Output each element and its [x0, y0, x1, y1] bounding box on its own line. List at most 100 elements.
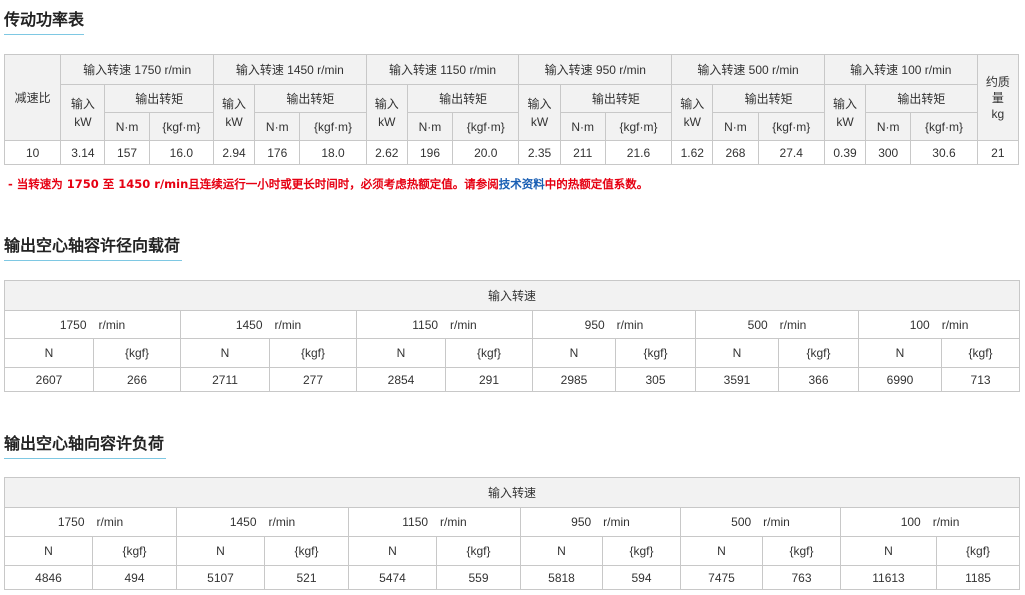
unit-nm: N·m: [865, 112, 912, 141]
load-kgf-value: 713: [940, 367, 1021, 392]
unit-kgf: {kgf}: [940, 338, 1021, 368]
heading-underline: [4, 260, 182, 261]
torque-nm-value: 211: [559, 140, 606, 165]
input-speed-header: 输入转速: [3, 280, 1021, 311]
speed-cell: 1450 r/min: [180, 310, 357, 339]
load-n-value: 2607: [4, 367, 94, 392]
mass-value: 21: [976, 140, 1020, 165]
unit-n: N: [840, 536, 937, 566]
speed-header: 输入转速 100 r/min: [823, 54, 978, 85]
torque-nm-value: 176: [254, 140, 301, 165]
speed-cell: 1150 r/min: [348, 507, 521, 537]
axial-speed-row: 1750 r/min 1450 r/min 1150 r/min 950 r/m…: [4, 507, 1021, 537]
unit-kgf: {kgf}: [762, 536, 841, 566]
unit-kgf: {kgf}: [602, 536, 681, 566]
output-torque-header: 输出转矩: [406, 84, 520, 113]
unit-kgf: {kgf}: [615, 338, 696, 368]
axial-load-table: 输入转速 1750 r/min 1450 r/min 1150 r/min 95…: [3, 477, 1021, 590]
load-kgf-value: 521: [264, 565, 349, 590]
torque-kgfm-value: 18.0: [299, 140, 367, 165]
torque-kgfm-value: 16.0: [148, 140, 214, 165]
axial-unit-row: N {kgf} N {kgf} N {kgf} N {kgf} N {kgf} …: [4, 536, 1021, 566]
heading-underline: [4, 34, 84, 35]
table-row: 10 3.14 157 16.0 2.94 176 18.0 2.62 196 …: [3, 140, 1020, 165]
radial-load-table: 输入转速 1750 r/min 1450 r/min 1150 r/min 95…: [3, 280, 1021, 392]
unit-n: N: [695, 338, 779, 368]
input-kw-header: 输入 kW: [60, 84, 106, 141]
unit-kgfm: {kgf·m}: [452, 112, 520, 141]
reduction-ratio-header: 减速比: [3, 54, 62, 141]
thermal-rating-note: - 当转速为 1750 至 1450 r/min且连续运行一小时或更长时间时，必…: [8, 177, 649, 191]
unit-nm: N·m: [559, 112, 606, 141]
power-header-row-1: 减速比 输入转速 1750 r/min 输入转速 1450 r/min 输入转速…: [3, 54, 1020, 141]
load-kgf-value: 305: [615, 367, 696, 392]
load-n-value: 5474: [348, 565, 437, 590]
speed-cell: 100 r/min: [857, 310, 1021, 339]
unit-kgf: {kgf}: [269, 338, 357, 368]
speed-cell: 950 r/min: [532, 310, 696, 339]
unit-n: N: [348, 536, 437, 566]
load-n-value: 3591: [695, 367, 779, 392]
torque-kgfm-value: 27.4: [757, 140, 825, 165]
unit-nm: N·m: [254, 112, 301, 141]
speed-header: 输入转速 1450 r/min: [212, 54, 367, 85]
load-kgf-value: 1185: [935, 565, 1021, 590]
table-row: 4846 494 5107 521 5474 559 5818 594 7475…: [4, 565, 1021, 590]
input-kw-value: 2.35: [518, 140, 561, 165]
load-kgf-value: 763: [762, 565, 841, 590]
axial-header-row: 输入转速: [3, 477, 1021, 508]
unit-kgfm: {kgf·m}: [148, 112, 214, 141]
table-row: 2607 266 2711 277 2854 291 2985 305 3591…: [4, 367, 1021, 392]
radial-load-title: 输出空心轴容许径向载荷: [4, 232, 182, 261]
load-n-value: 11613: [840, 565, 937, 590]
mass-header: 约质量 kg: [976, 54, 1020, 141]
output-torque-header: 输出转矩: [559, 84, 673, 113]
torque-nm-value: 268: [712, 140, 759, 165]
input-kw-header: 输入 kW: [212, 84, 256, 141]
speed-cell: 1750 r/min: [4, 310, 181, 339]
speed-header: 输入转速 950 r/min: [518, 54, 673, 85]
speed-cell: 500 r/min: [695, 310, 859, 339]
unit-kgf: {kgf}: [264, 536, 349, 566]
unit-n: N: [520, 536, 603, 566]
load-kgf-value: 594: [602, 565, 681, 590]
speed-cell: 100 r/min: [839, 507, 1021, 537]
power-table: 减速比 输入转速 1750 r/min 输入转速 1450 r/min 输入转速…: [3, 54, 1020, 165]
load-n-value: 2854: [356, 367, 446, 392]
unit-kgfm: {kgf·m}: [757, 112, 825, 141]
power-header-row-2: 输入 kW 输出转矩 输入 kW 输出转矩 输入 kW 输出转矩 输入 kW 输出转矩 …: [5, 84, 1019, 141]
unit-kgf: {kgf}: [92, 536, 177, 566]
torque-nm-value: 300: [865, 140, 912, 165]
speed-header: 输入转速 1750 r/min: [60, 54, 214, 85]
speed-header: 输入转速 1150 r/min: [365, 54, 520, 85]
unit-kgf: {kgf}: [778, 338, 859, 368]
unit-n: N: [176, 536, 265, 566]
input-kw-value: 0.39: [823, 140, 867, 165]
power-header-row-3: N·m {kgf·m} N·m {kgf·m} N·m {kgf·m} N·m …: [5, 112, 1019, 141]
radial-speed-row: 1750 r/min 1450 r/min 1150 r/min 950 r/m…: [4, 310, 1021, 339]
unit-nm: N·m: [104, 112, 150, 141]
load-n-value: 4846: [4, 565, 93, 590]
output-torque-header: 输出转矩: [865, 84, 978, 113]
load-n-value: 5818: [520, 565, 603, 590]
unit-nm: N·m: [406, 112, 454, 141]
load-kgf-value: 277: [269, 367, 357, 392]
unit-kgf: {kgf}: [93, 338, 181, 368]
torque-kgfm-value: 21.6: [604, 140, 673, 165]
unit-n: N: [858, 338, 942, 368]
load-kgf-value: 559: [436, 565, 521, 590]
load-kgf-value: 266: [93, 367, 181, 392]
load-n-value: 2711: [180, 367, 270, 392]
torque-nm-value: 196: [406, 140, 454, 165]
input-kw-value: 2.62: [365, 140, 408, 165]
radial-unit-row: N {kgf} N {kgf} N {kgf} N {kgf} N {kgf} …: [4, 338, 1021, 368]
axial-load-title: 输出空心轴向容许负荷: [4, 430, 166, 459]
unit-kgf: {kgf}: [935, 536, 1021, 566]
technical-data-link[interactable]: 技术资料: [499, 177, 545, 191]
load-n-value: 2985: [532, 367, 616, 392]
input-kw-value: 3.14: [60, 140, 106, 165]
unit-n: N: [680, 536, 763, 566]
unit-n: N: [4, 338, 94, 368]
load-kgf-value: 291: [445, 367, 533, 392]
load-n-value: 7475: [680, 565, 763, 590]
